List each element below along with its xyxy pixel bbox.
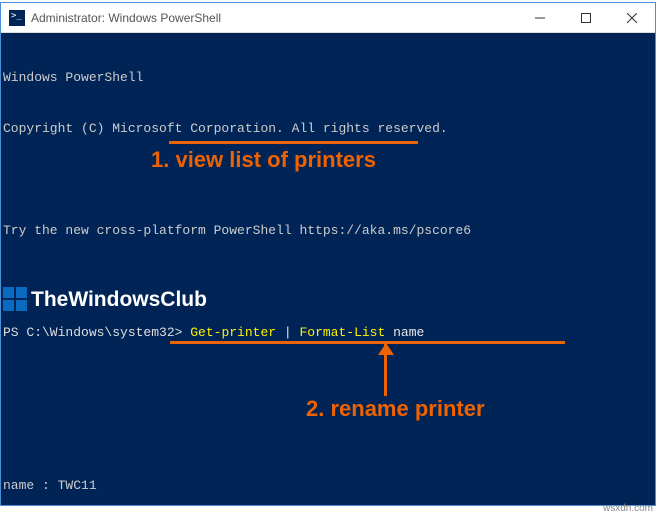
annotation-underline-2 [170,341,565,344]
logo-text: TheWindowsClub [31,291,207,308]
cmd-arg: name [385,325,424,340]
minimize-button[interactable] [517,3,563,32]
powershell-icon [9,10,25,26]
window-controls [517,3,655,32]
prompt: PS C:\Windows\system32> [3,325,190,340]
powershell-window: Administrator: Windows PowerShell Window… [0,2,656,506]
annotation-text-1: 1. view list of printers [151,151,376,168]
window-title: Administrator: Windows PowerShell [31,11,517,25]
cmd-format-list: Format-List [299,325,385,340]
logo-block: TheWindowsClub [3,287,207,311]
output-line: name : TWC11 [3,477,655,494]
maximize-button[interactable] [563,3,609,32]
watermark: wsxdn.com [603,503,653,514]
copyright-line: Copyright (C) Microsoft Corporation. All… [3,120,655,137]
annotation-text-2: 2. rename printer [306,400,485,417]
command-line-1: PS C:\Windows\system32> Get-printer | Fo… [3,324,655,341]
titlebar[interactable]: Administrator: Windows PowerShell [1,3,655,33]
windows-logo-icon [3,287,27,311]
cmd-get-printer: Get-printer [190,325,276,340]
annotation-underline-1 [169,141,418,144]
annotation-arrowhead-icon [378,343,394,355]
terminal-body[interactable]: Windows PowerShell Copyright (C) Microso… [1,33,655,505]
header-line: Windows PowerShell [3,69,655,86]
try-line: Try the new cross-platform PowerShell ht… [3,222,655,239]
close-button[interactable] [609,3,655,32]
pipe: | [276,325,299,340]
